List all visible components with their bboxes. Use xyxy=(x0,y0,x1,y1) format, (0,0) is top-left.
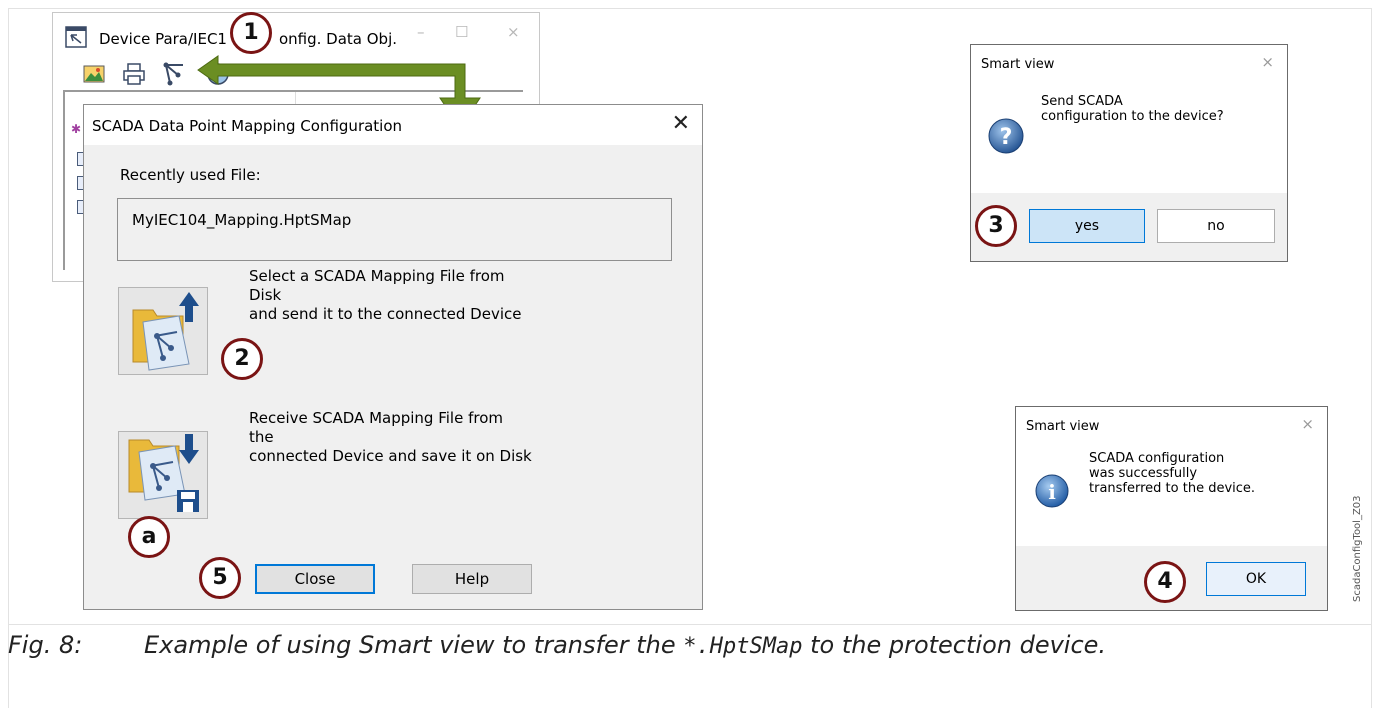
receive-option-text: Receive SCADA Mapping File from the conn… xyxy=(249,409,532,465)
app-window-icon xyxy=(65,26,87,48)
svg-text:?: ? xyxy=(1000,125,1013,150)
send-mapping-button[interactable] xyxy=(118,287,208,375)
figure-caption: Example of using Smart view to transfer … xyxy=(144,631,1106,659)
recent-file-field[interactable]: MyIEC104_Mapping.HptSMap xyxy=(117,198,672,261)
callout-1: 1 xyxy=(230,12,272,54)
callout-5: 5 xyxy=(199,557,241,599)
question-icon: ? xyxy=(988,118,1024,154)
maximize-button[interactable]: ☐ xyxy=(455,23,468,41)
print-icon[interactable] xyxy=(121,61,147,87)
yes-button[interactable]: yes xyxy=(1029,209,1145,243)
callout-a: a xyxy=(128,516,170,558)
callout-3: 3 xyxy=(975,205,1017,247)
recent-file-label: Recently used File: xyxy=(120,166,261,184)
caption-text-before: Example of using Smart view to transfer … xyxy=(144,631,684,659)
svg-text:i: i xyxy=(1048,480,1056,504)
info-icon: i xyxy=(1035,474,1069,508)
dialog-title: SCADA Data Point Mapping Configuration xyxy=(92,117,403,135)
callout-2: 2 xyxy=(221,338,263,380)
info-box-close-button[interactable]: × xyxy=(1301,415,1314,433)
send-option-text: Select a SCADA Mapping File from Disk an… xyxy=(249,267,522,323)
dialog-close-button[interactable]: ✕ xyxy=(672,111,690,136)
folder-download-icon xyxy=(128,434,199,512)
figure-id: ScadaConfigTool_Z03 xyxy=(1352,495,1363,602)
figure-number: Fig. 8: xyxy=(8,631,83,659)
dialog-titlebar: SCADA Data Point Mapping Configuration ✕ xyxy=(84,105,702,145)
no-button[interactable]: no xyxy=(1157,209,1275,243)
recent-file-value: MyIEC104_Mapping.HptSMap xyxy=(132,211,352,229)
receive-mapping-button[interactable] xyxy=(118,431,208,519)
caption-code: *.HptSMap xyxy=(683,634,803,659)
sparkle-icon: ✱ xyxy=(71,122,82,136)
confirm-box-message: Send SCADA configuration to the device? xyxy=(1041,94,1224,124)
caption-text-after: to the protection device. xyxy=(802,631,1107,659)
background-close-button[interactable]: × xyxy=(507,23,520,41)
confirm-box-close-button[interactable]: × xyxy=(1261,53,1274,71)
image-icon[interactable] xyxy=(81,61,107,87)
scada-mapping-dialog: SCADA Data Point Mapping Configuration ✕… xyxy=(83,104,703,610)
help-button[interactable]: Help xyxy=(412,564,532,594)
confirm-message-box: Smart view × ? Send SCADA configuration … xyxy=(970,44,1288,262)
confirm-box-footer: yes no xyxy=(971,193,1287,261)
close-button[interactable]: Close xyxy=(255,564,375,594)
confirm-box-title: Smart view xyxy=(981,57,1055,72)
folder-upload-icon xyxy=(132,292,199,371)
minimize-button[interactable]: – xyxy=(417,23,425,41)
ok-button[interactable]: OK xyxy=(1206,562,1306,596)
callout-4: 4 xyxy=(1144,561,1186,603)
caption-divider xyxy=(8,624,1372,625)
info-box-message: SCADA configuration was successfully tra… xyxy=(1089,451,1256,496)
info-box-title: Smart view xyxy=(1026,419,1100,434)
scada-mapping-icon[interactable] xyxy=(161,61,187,87)
